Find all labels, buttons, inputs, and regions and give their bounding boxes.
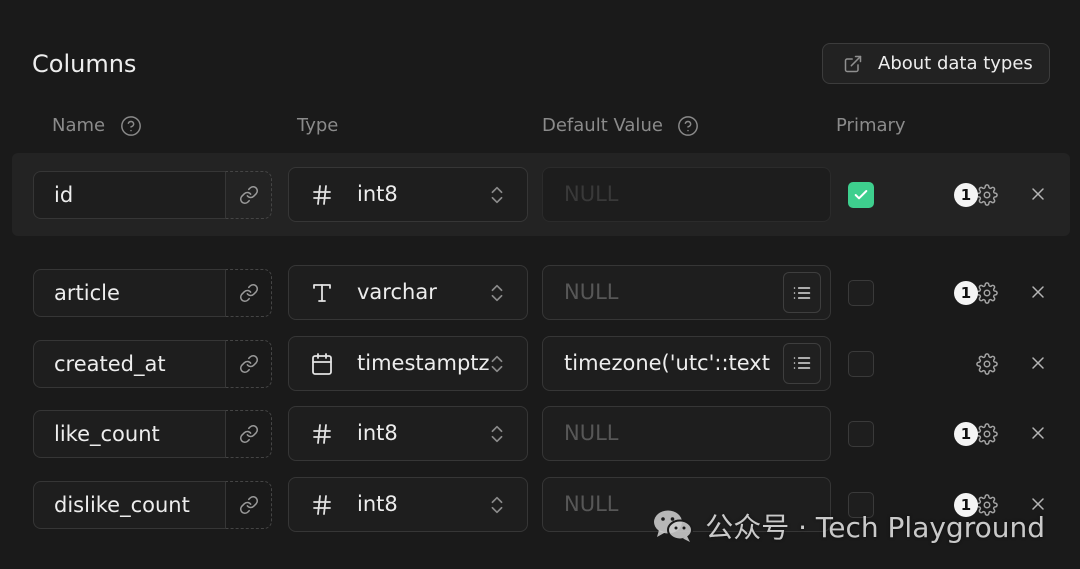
hash-icon xyxy=(310,493,334,517)
column-settings-button[interactable]: 1 xyxy=(954,280,1000,306)
remove-column-button[interactable] xyxy=(1027,281,1049,303)
column-type-label: int8 xyxy=(357,182,398,206)
link-icon xyxy=(239,495,259,515)
column-settings-button[interactable] xyxy=(974,351,1000,377)
column-name-field[interactable]: dislike_count xyxy=(33,480,225,529)
columns-list: id int8 NULL 1 article varchar NULL 1 created_at… xyxy=(0,153,1080,547)
external-link-icon xyxy=(843,54,863,74)
foreign-key-link-button[interactable] xyxy=(225,269,272,317)
header-primary: Primary xyxy=(836,115,906,136)
close-icon xyxy=(1028,423,1048,443)
primary-key-checkbox[interactable] xyxy=(848,280,874,306)
column-type-label: timestamptz xyxy=(357,350,490,375)
chevrons-up-down-icon xyxy=(486,353,508,375)
remove-column-button[interactable] xyxy=(1027,422,1049,444)
column-row: article varchar NULL 1 xyxy=(0,265,1080,320)
default-value-help-icon[interactable] xyxy=(677,115,699,137)
column-row: like_count int8 NULL 1 xyxy=(0,406,1080,461)
column-type-select[interactable]: int8 xyxy=(288,476,528,532)
column-settings-button[interactable]: 1 xyxy=(954,421,1000,447)
default-value-placeholder: NULL xyxy=(564,280,619,304)
column-name-field[interactable]: created_at xyxy=(33,339,225,388)
default-value-field: NULL xyxy=(542,167,831,222)
link-icon xyxy=(239,424,259,444)
default-value-field[interactable]: NULL xyxy=(542,265,831,320)
calendar-icon xyxy=(310,352,334,376)
settings-badge: 1 xyxy=(954,183,978,207)
hash-icon xyxy=(310,422,334,446)
header-name: Name xyxy=(52,115,106,136)
primary-key-checkbox[interactable] xyxy=(848,421,874,447)
default-value-placeholder: NULL xyxy=(564,182,619,206)
about-data-types-button[interactable]: About data types xyxy=(822,43,1050,84)
default-value-menu-button[interactable] xyxy=(783,342,821,384)
settings-badge: 1 xyxy=(954,281,978,305)
check-icon xyxy=(853,187,869,203)
close-icon xyxy=(1028,282,1048,302)
default-value-field[interactable]: NULL xyxy=(542,406,831,461)
column-name-text: id xyxy=(54,183,74,207)
column-name-field[interactable]: article xyxy=(33,269,225,317)
wechat-icon xyxy=(653,509,694,543)
foreign-key-link-button[interactable] xyxy=(225,339,272,388)
remove-column-button[interactable] xyxy=(1027,352,1049,374)
watermark: 公众号 · Tech Playground xyxy=(653,506,1045,546)
column-name-field[interactable]: like_count xyxy=(33,410,225,458)
link-icon xyxy=(239,354,259,374)
column-row: created_at timestamptz timezone('utc'::tex… xyxy=(0,335,1080,391)
gear-icon xyxy=(976,282,998,304)
default-value-placeholder: NULL xyxy=(564,421,619,445)
chevrons-up-down-icon xyxy=(486,494,508,516)
header-default-value: Default Value xyxy=(542,115,663,136)
primary-key-checkbox[interactable] xyxy=(848,182,874,208)
column-settings-button[interactable]: 1 xyxy=(954,182,1000,208)
column-type-label: int8 xyxy=(357,421,398,445)
link-icon xyxy=(239,283,259,303)
gear-icon xyxy=(976,352,998,375)
column-name-text: dislike_count xyxy=(54,492,190,517)
remove-column-button[interactable] xyxy=(1027,183,1049,205)
foreign-key-link-button[interactable] xyxy=(225,480,272,529)
column-row: id int8 NULL 1 xyxy=(0,153,1080,236)
column-type-select[interactable]: int8 xyxy=(288,406,528,461)
text-type-icon xyxy=(310,281,334,305)
primary-key-checkbox[interactable] xyxy=(848,350,874,377)
about-data-types-label: About data types xyxy=(878,53,1033,74)
gear-icon xyxy=(976,184,998,206)
close-icon xyxy=(1028,353,1048,373)
close-icon xyxy=(1028,184,1048,204)
column-name-field[interactable]: id xyxy=(33,171,225,219)
column-type-select[interactable]: timestamptz xyxy=(288,335,528,391)
chevrons-up-down-icon xyxy=(486,184,508,206)
default-value-field[interactable]: timezone('utc'::text xyxy=(542,335,831,391)
list-icon xyxy=(792,353,812,373)
columns-editor: Columns About data types Name Type Defau… xyxy=(0,0,1080,569)
header-type: Type xyxy=(297,115,339,136)
name-help-icon[interactable] xyxy=(120,115,142,137)
default-value-menu-button[interactable] xyxy=(783,272,821,313)
column-type-select[interactable]: varchar xyxy=(288,265,528,320)
list-icon xyxy=(792,283,812,303)
column-type-select[interactable]: int8 xyxy=(288,167,528,222)
column-name-text: like_count xyxy=(54,422,160,446)
watermark-text: 公众号 · Tech Playground xyxy=(705,511,1045,544)
default-value-text: timezone('utc'::text xyxy=(564,350,770,375)
gear-icon xyxy=(976,423,998,445)
section-title: Columns xyxy=(32,50,137,78)
link-icon xyxy=(239,185,259,205)
column-type-label: int8 xyxy=(357,491,398,516)
foreign-key-link-button[interactable] xyxy=(225,410,272,458)
settings-badge: 1 xyxy=(954,422,978,446)
chevrons-up-down-icon xyxy=(486,423,508,445)
column-name-text: created_at xyxy=(54,351,166,376)
foreign-key-link-button[interactable] xyxy=(225,171,272,219)
column-name-text: article xyxy=(54,281,120,305)
column-type-label: varchar xyxy=(357,280,437,304)
chevrons-up-down-icon xyxy=(486,282,508,304)
hash-icon xyxy=(310,183,334,207)
